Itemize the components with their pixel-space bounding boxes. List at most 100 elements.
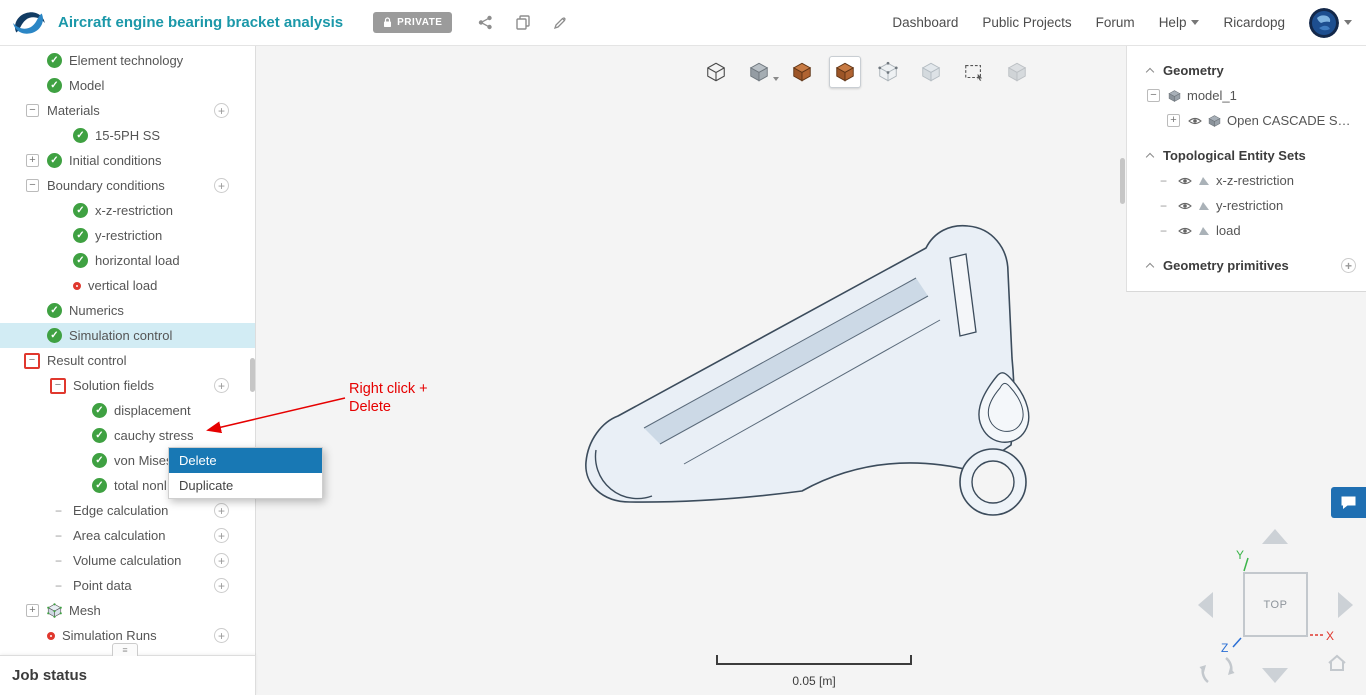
tree-item-initial-conditions[interactable]: Initial conditions — [0, 148, 255, 173]
face-set-icon — [1198, 226, 1210, 236]
expand-icon[interactable] — [26, 604, 39, 617]
collapse-icon-highlighted[interactable] — [24, 352, 40, 369]
check-icon — [73, 253, 88, 268]
select-volume-icon[interactable] — [790, 60, 814, 84]
tree-item-materials[interactable]: Materials — [0, 98, 255, 123]
add-edge-calculation-button[interactable] — [214, 503, 229, 518]
tree-item-xz-restriction[interactable]: x-z-restriction — [0, 198, 255, 223]
add-simulation-run-button[interactable] — [214, 628, 229, 643]
eye-icon[interactable] — [1178, 201, 1192, 211]
chat-button[interactable] — [1331, 487, 1366, 518]
tree-item-volume-calculation[interactable]: Volume calculation — [0, 548, 255, 573]
collapse-sidebar-tab[interactable]: ≡ — [112, 643, 138, 656]
geometry-panel: Geometry model_1 Open CASC — [1126, 46, 1366, 292]
tree-item-element-technology[interactable]: Element technology — [0, 48, 255, 73]
topo-item-xz-restriction[interactable]: x-z-restriction — [1127, 168, 1366, 193]
copy-project-icon[interactable] — [516, 15, 531, 30]
geometry-item-model1[interactable]: model_1 — [1127, 83, 1366, 108]
private-badge-label: PRIVATE — [397, 17, 443, 28]
bracket-model[interactable] — [560, 210, 1040, 520]
nav-username[interactable]: Ricardopg — [1223, 15, 1285, 30]
topo-item-load[interactable]: load — [1127, 218, 1366, 243]
add-solution-field-button[interactable] — [214, 378, 229, 393]
nav-forum[interactable]: Forum — [1096, 15, 1135, 30]
tree-item-mesh[interactable]: Mesh — [0, 598, 255, 623]
nav-help[interactable]: Help — [1159, 15, 1200, 30]
check-icon — [92, 453, 107, 468]
grip-icon: ≡ — [122, 644, 128, 655]
home-view-icon[interactable] — [1326, 653, 1348, 673]
rotate-left-arrow[interactable] — [1198, 592, 1213, 618]
section-topological-entity-sets[interactable]: Topological Entity Sets — [1127, 143, 1366, 168]
rotate-down-arrow[interactable] — [1262, 668, 1288, 683]
mesh-icon — [47, 603, 62, 618]
private-badge[interactable]: PRIVATE — [373, 12, 453, 33]
collapse-icon[interactable] — [26, 104, 39, 117]
tree-connector — [52, 579, 65, 593]
collapse-icon-highlighted[interactable] — [50, 377, 66, 394]
edit-pencil-icon[interactable] — [553, 16, 567, 30]
fit-view-icon[interactable] — [704, 60, 728, 84]
sidebar-scrollbar[interactable] — [250, 358, 255, 392]
avatar[interactable] — [1309, 7, 1339, 38]
tree-item-y-restriction[interactable]: y-restriction — [0, 223, 255, 248]
add-boundary-condition-button[interactable] — [214, 178, 229, 193]
expand-icon[interactable] — [1167, 114, 1180, 127]
nav-public-projects[interactable]: Public Projects — [982, 15, 1071, 30]
job-status-bar[interactable]: Job status — [0, 655, 256, 695]
svg-text:Y: Y — [1236, 548, 1244, 562]
view-cube-face[interactable]: TOP — [1243, 572, 1308, 637]
tree-item-point-data[interactable]: Point data — [0, 573, 255, 598]
add-volume-calculation-button[interactable] — [214, 553, 229, 568]
section-geometry[interactable]: Geometry — [1127, 58, 1366, 83]
context-menu-duplicate[interactable]: Duplicate — [169, 473, 322, 498]
select-vertex-icon[interactable] — [876, 60, 900, 84]
panel-scrollbar[interactable] — [1120, 158, 1125, 204]
tree-item-15-5ph-ss[interactable]: 15-5PH SS — [0, 123, 255, 148]
geometry-item-cad[interactable]: Open CASCADE STE... — [1127, 108, 1366, 133]
add-area-calculation-button[interactable] — [214, 528, 229, 543]
simscale-logo-icon[interactable] — [10, 7, 48, 39]
rotate-view-icon[interactable] — [1198, 651, 1236, 689]
nav-dashboard[interactable]: Dashboard — [892, 15, 958, 30]
tree-item-edge-calculation[interactable]: Edge calculation — [0, 498, 255, 523]
check-icon — [47, 78, 62, 93]
eye-icon[interactable] — [1178, 176, 1192, 186]
box-select-icon[interactable] — [962, 60, 986, 84]
incomplete-icon — [73, 281, 81, 290]
tree-item-horizontal-load[interactable]: horizontal load — [0, 248, 255, 273]
tree-item-result-control[interactable]: Result control — [0, 348, 255, 373]
tree-item-simulation-control[interactable]: Simulation control — [0, 323, 255, 348]
scale-bar — [716, 655, 912, 665]
eye-icon[interactable] — [1178, 226, 1192, 236]
section-geometry-primitives[interactable]: Geometry primitives — [1127, 253, 1366, 278]
tree-item-numerics[interactable]: Numerics — [0, 298, 255, 323]
add-point-data-button[interactable] — [214, 578, 229, 593]
tree-item-model[interactable]: Model — [0, 73, 255, 98]
transparent-view-icon[interactable] — [919, 60, 943, 84]
tree-item-boundary-conditions[interactable]: Boundary conditions — [0, 173, 255, 198]
eye-icon[interactable] — [1188, 116, 1202, 126]
tree-item-vertical-load[interactable]: vertical load — [0, 273, 255, 298]
navigation-widget: TOP Y X Z — [1190, 525, 1366, 695]
check-icon — [92, 478, 107, 493]
rotate-right-arrow[interactable] — [1338, 592, 1353, 618]
check-icon — [47, 303, 62, 318]
render-mode-icon[interactable] — [747, 60, 779, 84]
collapse-icon[interactable] — [1147, 89, 1160, 102]
topo-item-y-restriction[interactable]: y-restriction — [1127, 193, 1366, 218]
view-cube-face-label: TOP — [1263, 598, 1288, 611]
add-geometry-primitive-button[interactable] — [1341, 258, 1356, 273]
expand-icon[interactable] — [26, 154, 39, 167]
user-menu[interactable] — [1309, 7, 1352, 38]
context-menu-delete[interactable]: Delete — [169, 448, 322, 473]
tree-item-area-calculation[interactable]: Area calculation — [0, 523, 255, 548]
collapse-icon[interactable] — [26, 179, 39, 192]
share-icon[interactable] — [478, 15, 493, 30]
select-face-icon-active[interactable] — [829, 56, 861, 88]
context-menu: Delete Duplicate — [168, 447, 323, 499]
add-material-button[interactable] — [214, 103, 229, 118]
chevron-up-icon — [1145, 152, 1155, 162]
rotate-up-arrow[interactable] — [1262, 529, 1288, 544]
section-plane-icon-disabled[interactable] — [1005, 60, 1029, 84]
